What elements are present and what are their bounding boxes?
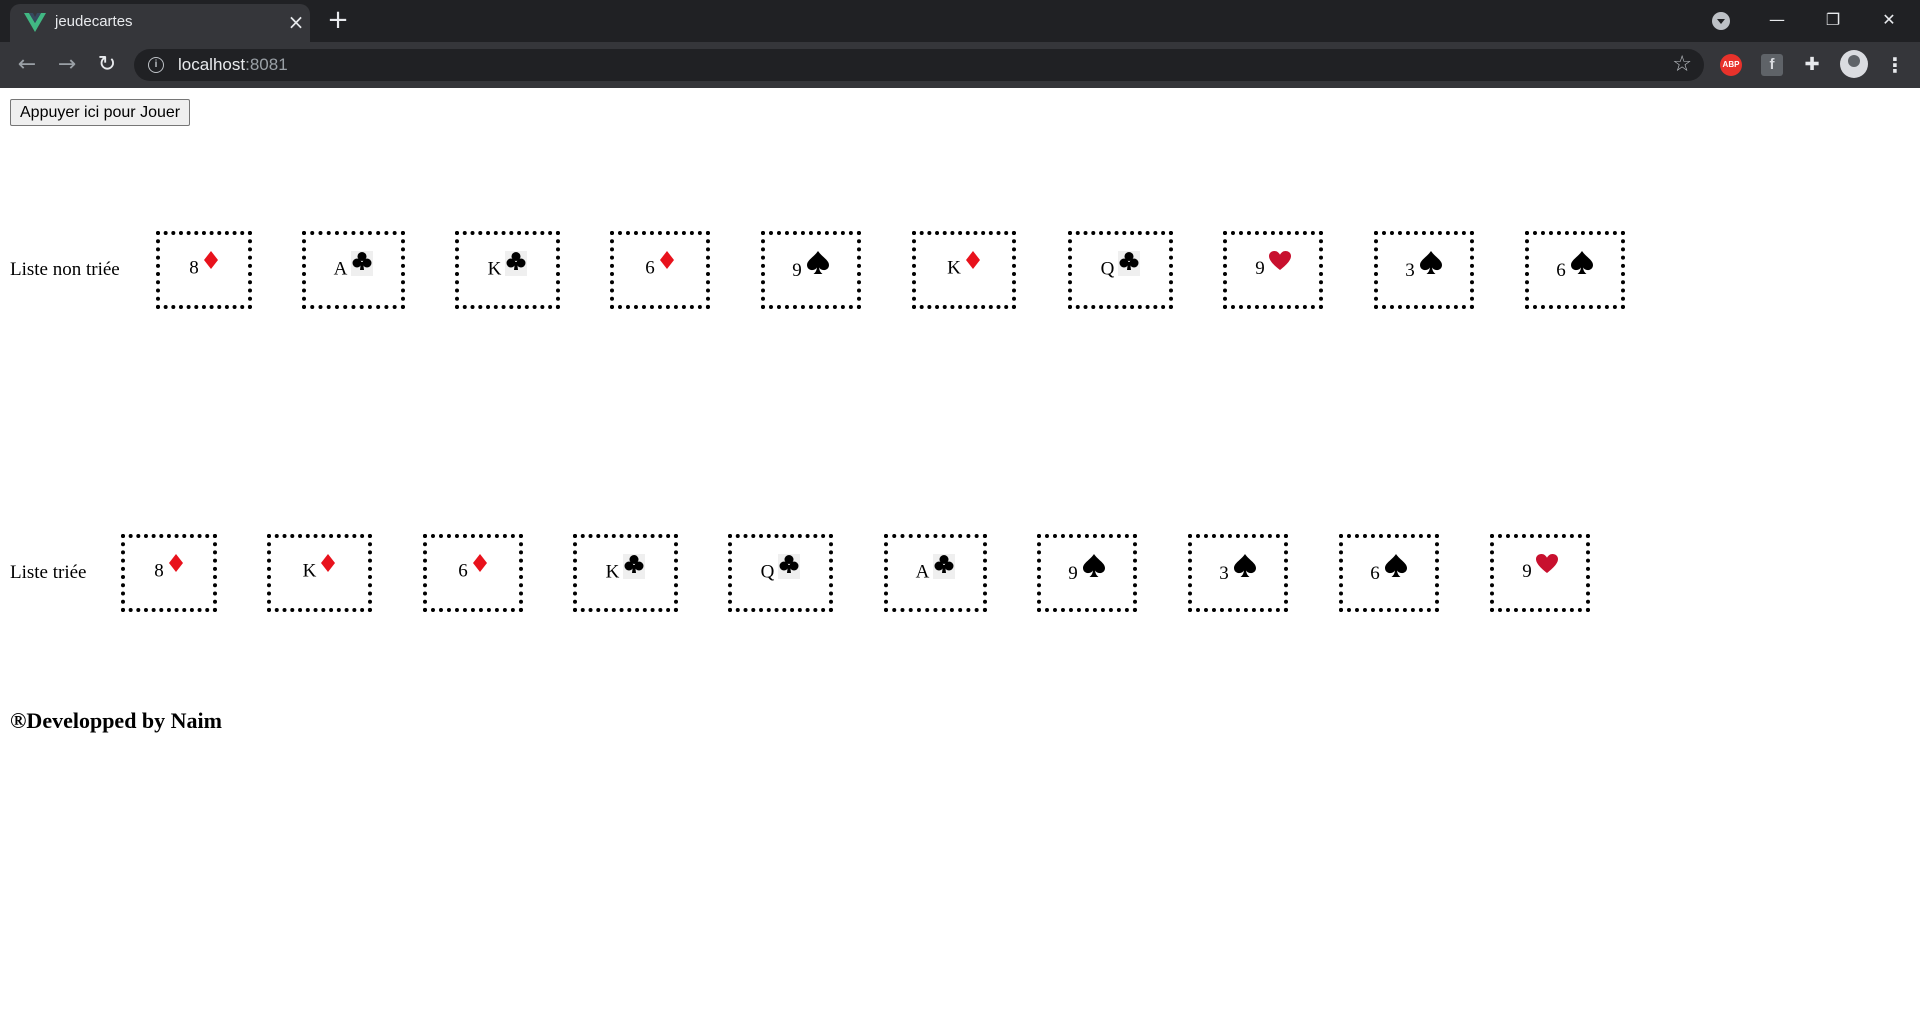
playing-card: 9 (1037, 534, 1137, 612)
playing-card: 3 (1374, 231, 1474, 309)
card-rank: 9 (1255, 258, 1265, 279)
diamonds-suit-icon (320, 554, 336, 577)
playing-card: K (455, 231, 560, 309)
tab-close-icon[interactable]: × (286, 12, 306, 32)
spades-suit-icon (1082, 554, 1106, 582)
card-rank: Q (760, 561, 775, 583)
browser-toolbar: ← → ↻ i localhost:8081 ☆ ABP f ✚ ⋮ (0, 42, 1920, 88)
hearts-suit-icon (1535, 554, 1558, 578)
close-window-icon[interactable]: ✕ (1866, 6, 1912, 34)
tab-strip: jeudecartes × + — ❐ ✕ (0, 0, 1920, 42)
playing-card: 8 (156, 231, 252, 309)
playing-card: 9 (761, 231, 861, 309)
playing-card: K (267, 534, 372, 612)
card-rank: K (605, 561, 620, 583)
playing-card: K (912, 231, 1016, 309)
card-rank: 3 (1219, 563, 1229, 584)
hearts-suit-icon (1268, 251, 1291, 275)
playing-card: Q (728, 534, 833, 612)
card-rank: 9 (1522, 561, 1532, 582)
sorted-list-label: Liste triée (10, 562, 87, 583)
playing-card: Q (1068, 231, 1173, 309)
spades-suit-icon (1570, 251, 1594, 279)
playing-card: 8 (121, 534, 217, 612)
menu-kebab-icon[interactable]: ⋮ (1885, 52, 1905, 78)
card-rank: K (302, 560, 317, 582)
profile-avatar[interactable] (1840, 50, 1868, 78)
playing-card: 9 (1490, 534, 1590, 612)
playing-card: 6 (423, 534, 523, 612)
card-rank: 9 (1068, 563, 1078, 584)
diamonds-suit-icon (168, 554, 184, 577)
restore-icon[interactable]: ❐ (1810, 6, 1856, 34)
bookmark-star-icon[interactable]: ☆ (1672, 52, 1692, 77)
address-bar[interactable]: i localhost:8081 ☆ (134, 49, 1704, 81)
tab-search-icon[interactable] (1712, 12, 1730, 30)
vue-logo-icon (24, 13, 46, 32)
clubs-suit-icon (505, 251, 528, 276)
url-host: localhost (178, 55, 246, 74)
playing-card: A (302, 231, 405, 309)
url-text: localhost:8081 (178, 55, 288, 75)
playing-card: 6 (1525, 231, 1625, 309)
card-rank: 3 (1405, 260, 1415, 281)
playing-card: 9 (1223, 231, 1323, 309)
url-port: :8081 (245, 55, 288, 74)
diamonds-suit-icon (472, 554, 488, 577)
playing-card: 3 (1188, 534, 1288, 612)
card-rank: 8 (189, 257, 199, 279)
facebook-extension-icon[interactable]: f (1761, 54, 1783, 76)
playing-card: A (884, 534, 987, 612)
browser-chrome: jeudecartes × + — ❐ ✕ ← → ↻ i localhost:… (0, 0, 1920, 88)
site-info-icon[interactable]: i (148, 57, 164, 73)
footer-credit: ®Developped by Naim (10, 708, 222, 733)
tab-title: jeudecartes (55, 13, 133, 30)
spades-suit-icon (806, 251, 830, 279)
spades-suit-icon (1384, 554, 1408, 582)
card-rank: 9 (792, 260, 802, 281)
diamonds-suit-icon (965, 251, 981, 274)
playing-card: 6 (610, 231, 710, 309)
card-rank: 6 (645, 257, 655, 279)
unsorted-list-label: Liste non triée (10, 259, 120, 280)
clubs-suit-icon (351, 251, 374, 276)
playing-card: 6 (1339, 534, 1439, 612)
spades-suit-icon (1419, 251, 1443, 279)
card-rank: 6 (458, 560, 468, 582)
card-rank: 6 (1556, 260, 1566, 281)
clubs-suit-icon (778, 554, 801, 579)
card-rank: Q (1100, 258, 1115, 280)
card-rank: K (947, 257, 961, 279)
extensions-puzzle-icon[interactable]: ✚ (1801, 54, 1823, 76)
minimize-icon[interactable]: — (1754, 6, 1800, 34)
clubs-suit-icon (623, 554, 646, 579)
spades-suit-icon (1233, 554, 1257, 582)
clubs-suit-icon (933, 554, 956, 579)
card-rank: A (333, 258, 348, 280)
reload-icon[interactable]: ↻ (94, 52, 120, 78)
playing-card: K (573, 534, 678, 612)
clubs-suit-icon (1118, 251, 1141, 276)
card-rank: 6 (1370, 563, 1380, 584)
card-rank: A (915, 561, 930, 583)
diamonds-suit-icon (203, 251, 219, 274)
card-rank: 8 (154, 560, 164, 582)
browser-tab[interactable]: jeudecartes × (10, 4, 310, 42)
forward-icon[interactable]: → (54, 52, 80, 78)
adblock-extension-icon[interactable]: ABP (1720, 54, 1742, 76)
play-button[interactable]: Appuyer ici pour Jouer (10, 99, 191, 126)
card-rank: K (487, 258, 502, 280)
back-icon[interactable]: ← (14, 52, 40, 78)
new-tab-icon[interactable]: + (326, 7, 350, 33)
diamonds-suit-icon (659, 251, 675, 274)
